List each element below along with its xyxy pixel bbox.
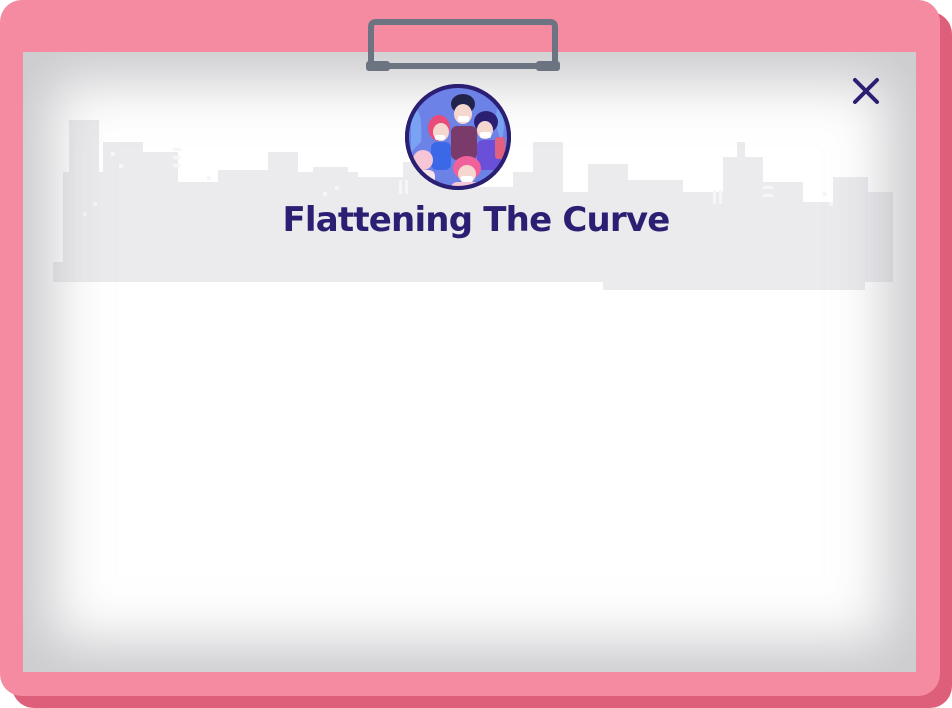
modal-title: Flattening The Curve	[282, 200, 670, 240]
close-icon[interactable]	[848, 73, 884, 109]
masked-crowd-avatar-icon	[405, 84, 511, 190]
clipboard-clip-icon	[366, 19, 560, 71]
